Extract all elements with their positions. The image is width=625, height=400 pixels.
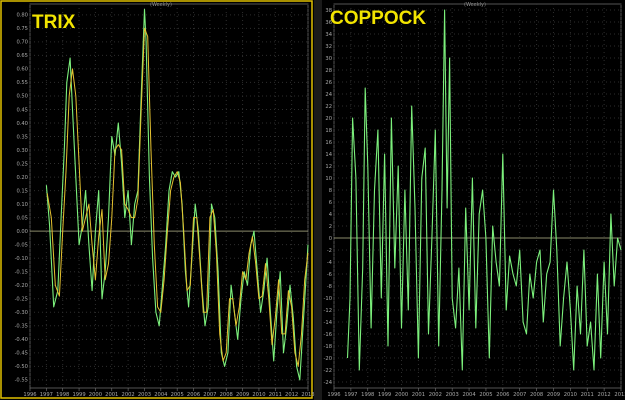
- y-tick-label: 0.75: [16, 26, 28, 32]
- x-tick-label: 1996: [23, 392, 36, 398]
- x-tick-label: 2009: [236, 392, 249, 398]
- y-tick-label: -0.35: [15, 324, 28, 330]
- y-tick-label: -0.40: [15, 337, 28, 343]
- x-tick-label: 2003: [446, 392, 459, 398]
- x-tick-label: 1999: [378, 392, 391, 398]
- y-tick-label: 0.25: [16, 161, 28, 167]
- y-tick-label: -6: [327, 272, 332, 278]
- y-tick-label: -0.25: [15, 297, 28, 303]
- y-tick-label: 20: [325, 116, 332, 122]
- y-tick-label: 0.05: [16, 215, 28, 221]
- x-tick-label: 2012: [598, 392, 611, 398]
- y-tick-label: 30: [325, 56, 332, 62]
- x-tick-label: 2002: [429, 392, 442, 398]
- y-tick-label: -16: [324, 332, 332, 338]
- y-tick-label: 0.35: [16, 134, 28, 140]
- x-tick-label: 2007: [513, 392, 526, 398]
- y-tick-label: -12: [324, 308, 332, 314]
- x-tick-label: 2006: [496, 392, 509, 398]
- y-tick-label: -0.30: [15, 310, 28, 316]
- y-tick-label: -22: [324, 368, 332, 374]
- x-tick-label: 2011: [581, 392, 594, 398]
- x-tick-label: 2001: [105, 392, 118, 398]
- y-tick-label: -4: [327, 260, 333, 266]
- y-tick-label: 0.30: [16, 148, 28, 154]
- y-tick-label: 0.50: [16, 94, 28, 100]
- x-tick-label: 2003: [138, 392, 151, 398]
- x-tick-label: 2012: [285, 392, 298, 398]
- y-tick-label: 34: [325, 32, 332, 38]
- x-tick-label: 2001: [412, 392, 425, 398]
- y-tick-label: -24: [324, 380, 333, 386]
- y-tick-label: 6: [329, 200, 332, 206]
- y-tick-label: 12: [325, 164, 332, 170]
- y-tick-label: 24: [325, 92, 332, 98]
- coppock-title: COPPOCK: [330, 8, 426, 29]
- x-tick-label: 2011: [269, 392, 282, 398]
- x-tick-label: 2010: [564, 392, 577, 398]
- x-tick-label: 2008: [220, 392, 233, 398]
- x-tick-label: 2008: [530, 392, 543, 398]
- y-tick-label: 32: [325, 44, 332, 50]
- x-tick-label: 1997: [344, 392, 357, 398]
- trix-period-label: (Weekly): [150, 2, 172, 8]
- y-tick-label: 0.45: [16, 107, 28, 113]
- y-tick-label: 0.60: [16, 67, 28, 73]
- y-tick-label: -0.05: [15, 242, 28, 248]
- y-tick-label: 0.65: [16, 53, 28, 59]
- y-tick-label: 0.80: [16, 13, 28, 19]
- y-tick-label: -8: [327, 284, 332, 290]
- y-tick-label: 14: [325, 152, 332, 158]
- y-tick-label: -14: [324, 320, 333, 326]
- x-tick-label: 1999: [72, 392, 85, 398]
- x-tick-label: 2013: [614, 392, 625, 398]
- x-tick-label: 1998: [361, 392, 374, 398]
- y-tick-label: 22: [325, 104, 332, 110]
- y-tick-label: -2: [327, 248, 332, 254]
- x-tick-label: 2007: [203, 392, 216, 398]
- y-tick-label: -18: [324, 344, 332, 350]
- x-tick-label: 2010: [252, 392, 265, 398]
- x-tick-label: 2004: [462, 392, 476, 398]
- x-tick-label: 2013: [301, 392, 314, 398]
- coppock-period-label: (Weekly): [464, 2, 486, 8]
- x-tick-label: 2009: [547, 392, 560, 398]
- y-tick-label: 0.40: [16, 121, 28, 127]
- y-tick-label: -0.50: [15, 364, 28, 370]
- y-tick-label: 10: [325, 176, 332, 182]
- x-tick-label: 1996: [327, 392, 340, 398]
- x-tick-label: 1998: [56, 392, 69, 398]
- y-tick-label: 28: [325, 68, 332, 74]
- y-tick-label: 0.00: [16, 229, 28, 235]
- x-tick-label: 2004: [154, 392, 168, 398]
- y-tick-label: 8: [329, 188, 332, 194]
- y-tick-label: -0.45: [15, 351, 28, 357]
- y-tick-label: 16: [325, 140, 332, 146]
- trix-title: TRIX: [32, 12, 76, 33]
- x-tick-label: 2006: [187, 392, 200, 398]
- x-tick-label: 2002: [122, 392, 135, 398]
- y-tick-label: 0.15: [16, 188, 28, 194]
- panel-divider: [314, 0, 322, 400]
- chart-canvas: -0.55 -0.50 -0.45 -0.40 -0.35 -0.30 -0.25 -0.20…: [0, 0, 625, 400]
- y-tick-label: -0.20: [15, 283, 28, 289]
- x-tick-label: 1997: [40, 392, 53, 398]
- y-tick-label: -0.15: [15, 270, 28, 276]
- y-tick-label: 0.70: [16, 40, 28, 46]
- y-tick-label: -0.10: [15, 256, 28, 262]
- y-tick-label: 0: [329, 236, 332, 242]
- y-tick-label: 2: [329, 224, 332, 230]
- y-tick-label: 0.20: [16, 175, 28, 181]
- x-tick-label: 2000: [89, 392, 102, 398]
- y-tick-label: 0.55: [16, 80, 28, 86]
- x-tick-label: 2005: [479, 392, 492, 398]
- y-tick-label: 18: [325, 128, 332, 134]
- x-tick-label: 2000: [395, 392, 408, 398]
- y-tick-label: -10: [324, 296, 332, 302]
- y-tick-label: -0.55: [15, 378, 28, 384]
- y-tick-label: 0.10: [16, 202, 28, 208]
- x-tick-label: 2005: [171, 392, 184, 398]
- y-tick-label: 26: [325, 80, 332, 86]
- y-tick-label: -20: [324, 356, 332, 362]
